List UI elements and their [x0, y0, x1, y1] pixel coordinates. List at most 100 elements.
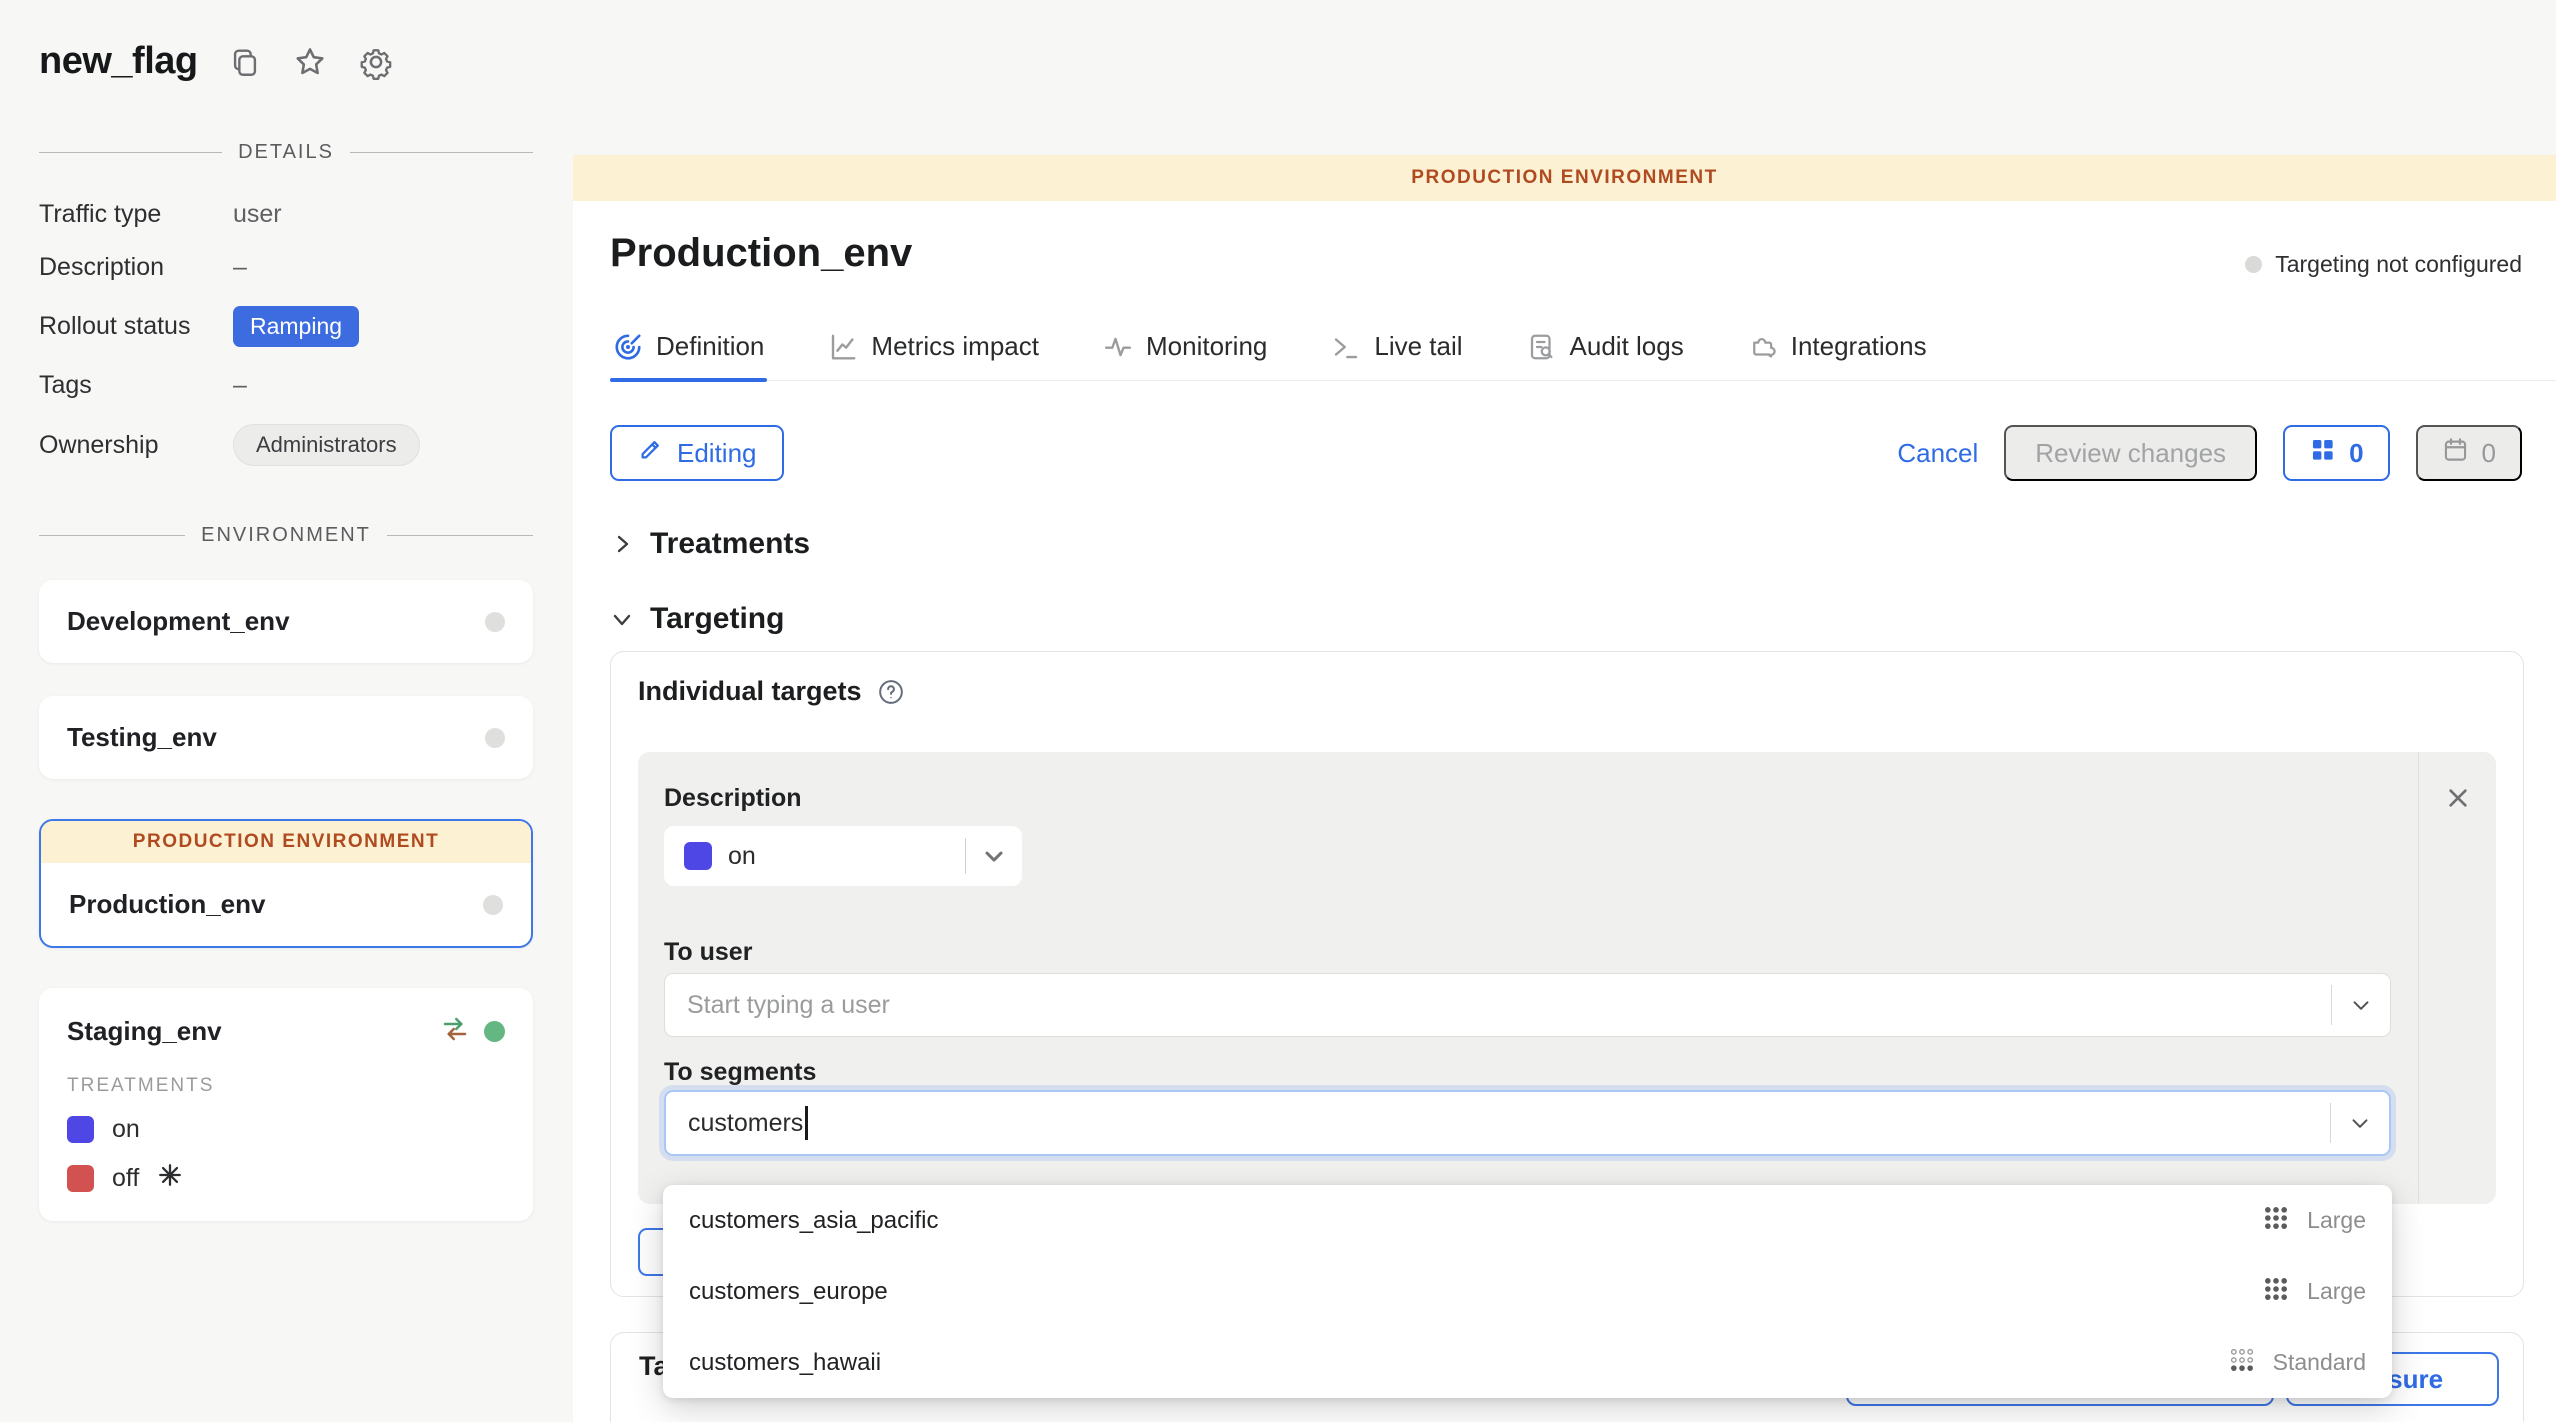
detail-value-ownership: Administrators: [233, 424, 533, 466]
env-card-staging[interactable]: Staging_env TREATMENTS on off: [39, 988, 533, 1221]
treatments-section-title: Treatments: [650, 527, 810, 561]
targeting-status-text: Targeting not configured: [2275, 251, 2522, 278]
segment-option-name: customers_asia_pacific: [689, 1207, 938, 1235]
actions-toolbar: Editing Cancel Review changes 0: [610, 425, 2522, 481]
editing-button-label: Editing: [677, 438, 757, 469]
copy-icon[interactable]: [228, 45, 262, 79]
env-card-production[interactable]: PRODUCTION ENVIRONMENT Production_env: [39, 819, 533, 948]
segment-option-asia-pacific[interactable]: customers_asia_pacific Large: [663, 1185, 2392, 1256]
targeting-section-header[interactable]: Targeting: [610, 602, 784, 636]
main-content: Production_env Targeting not configured …: [573, 201, 2556, 1422]
treatment-row-off: off: [67, 1162, 505, 1195]
details-grid: Traffic type user Description – Rollout …: [39, 200, 533, 466]
detail-label-traffic-type: Traffic type: [39, 200, 233, 229]
segment-option-hawaii[interactable]: customers_hawaii Standard: [663, 1327, 2392, 1398]
detail-label-rollout-status: Rollout status: [39, 312, 233, 341]
env-status-dot-inactive: [485, 612, 505, 632]
pencil-icon: [637, 436, 664, 470]
detail-label-tags: Tags: [39, 371, 233, 400]
treatment-off-label: off: [112, 1164, 139, 1193]
details-section-divider: DETAILS: [39, 141, 533, 164]
detail-label-ownership: Ownership: [39, 431, 233, 460]
tab-definition[interactable]: Definition: [610, 331, 767, 380]
divider-line: [350, 152, 533, 153]
segment-option-europe[interactable]: customers_europe Large: [663, 1256, 2392, 1327]
to-user-input[interactable]: Start typing a user: [664, 973, 2391, 1037]
env-status-dot-inactive: [483, 895, 503, 915]
tab-audit-logs[interactable]: Audit logs: [1524, 331, 1687, 380]
segment-option-meta: Standard: [2228, 1346, 2366, 1380]
tab-integrations[interactable]: Integrations: [1745, 331, 1930, 380]
puzzle-icon: [1748, 332, 1778, 362]
metrics-chart-icon: [828, 332, 858, 362]
segment-option-name: customers_hawaii: [689, 1349, 881, 1377]
terminal-icon: [1331, 332, 1361, 362]
changes-count-button[interactable]: 0: [2283, 425, 2389, 481]
chevron-down-icon: [610, 607, 634, 631]
treatment-select[interactable]: on: [664, 826, 1022, 886]
environment-section-divider: ENVIRONMENT: [39, 524, 533, 547]
env-card-testing[interactable]: Testing_env: [39, 696, 533, 779]
treatment-off-color-swatch: [67, 1165, 94, 1192]
env-card-staging-header: Staging_env: [67, 1014, 505, 1049]
env-status-dot-inactive: [485, 728, 505, 748]
to-user-placeholder: Start typing a user: [687, 991, 2331, 1020]
chevron-down-icon[interactable]: [2331, 1110, 2389, 1136]
ownership-pill[interactable]: Administrators: [233, 424, 420, 466]
treatment-row-on: on: [67, 1115, 505, 1144]
chevron-down-icon[interactable]: [2332, 992, 2390, 1018]
pulse-icon: [1103, 332, 1133, 362]
segment-size-label: Standard: [2273, 1349, 2366, 1376]
env-card-production-row: Production_env: [41, 863, 531, 946]
page-title: Production_env: [610, 231, 912, 276]
flag-title-row: new_flag: [39, 0, 533, 83]
segment-option-meta: Large: [2262, 1204, 2366, 1238]
treatment-select-value: on: [728, 842, 965, 871]
env-name-staging: Staging_env: [67, 1016, 222, 1047]
details-section-label: DETAILS: [238, 141, 334, 164]
detail-value-tags: –: [233, 371, 533, 400]
sidebar: new_flag DETAILS Traffic type user Descr…: [39, 0, 533, 1221]
divider-line: [387, 535, 533, 536]
grid-icon: [2309, 436, 2336, 470]
scheduled-count-button[interactable]: 0: [2416, 425, 2522, 481]
chevron-down-icon[interactable]: [966, 842, 1022, 870]
targeting-status-note: Targeting not configured: [2245, 251, 2522, 278]
default-treatment-asterisk-icon: [157, 1162, 183, 1195]
right-actions: Cancel Review changes 0 0: [1897, 425, 2522, 481]
detail-value-rollout-status: Ramping: [233, 306, 533, 347]
tab-integrations-label: Integrations: [1791, 331, 1927, 362]
main-panel: PRODUCTION ENVIRONMENT Production_env Ta…: [573, 0, 2556, 1422]
definition-target-icon: [613, 332, 643, 362]
tab-live-tail[interactable]: Live tail: [1328, 331, 1465, 380]
flag-title: new_flag: [39, 40, 198, 83]
segment-size-label: Large: [2307, 1278, 2366, 1305]
text-caret: [805, 1106, 808, 1140]
review-changes-label: Review changes: [2035, 438, 2226, 469]
tab-monitoring[interactable]: Monitoring: [1100, 331, 1270, 380]
segment-option-name: customers_europe: [689, 1278, 888, 1306]
production-environment-banner: PRODUCTION ENVIRONMENT: [573, 155, 2556, 201]
grid-dots-solid-icon: [2262, 1275, 2290, 1309]
help-icon[interactable]: [877, 678, 905, 706]
tab-metrics-impact[interactable]: Metrics impact: [825, 331, 1042, 380]
description-field-label: Description: [664, 784, 802, 813]
close-icon[interactable]: [2442, 782, 2474, 816]
env-name-testing: Testing_env: [67, 722, 217, 753]
individual-target-rule-card: Description on To user Start typing a us…: [638, 752, 2496, 1204]
to-segments-typed-value: customers: [688, 1109, 803, 1138]
treatment-on-color-swatch: [67, 1116, 94, 1143]
detail-label-description: Description: [39, 253, 233, 282]
env-card-development[interactable]: Development_env: [39, 580, 533, 663]
targeting-section-title: Targeting: [650, 602, 784, 636]
treatments-section-header[interactable]: Treatments: [610, 527, 810, 561]
to-segments-input[interactable]: customers: [664, 1090, 2391, 1156]
env-name-production: Production_env: [69, 889, 265, 920]
staging-status-icons: [440, 1014, 505, 1049]
editing-button[interactable]: Editing: [610, 425, 784, 481]
cancel-link[interactable]: Cancel: [1897, 438, 1978, 469]
gear-icon[interactable]: [358, 44, 394, 80]
star-icon[interactable]: [292, 44, 328, 80]
review-changes-button[interactable]: Review changes: [2004, 425, 2257, 481]
segment-option-meta: Large: [2262, 1275, 2366, 1309]
